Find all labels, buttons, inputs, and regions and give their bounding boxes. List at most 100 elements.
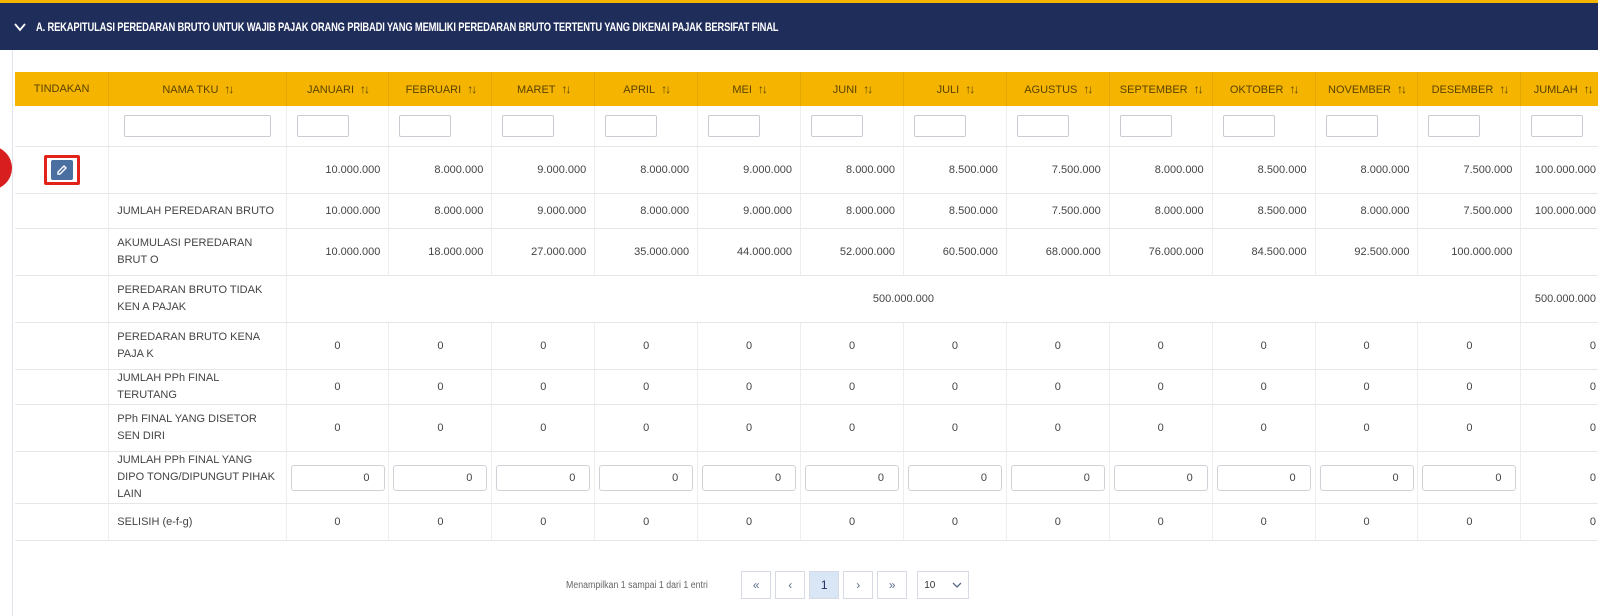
pph-dipotong-juni-input[interactable] bbox=[805, 464, 900, 491]
pph-dipotong-oktober-input[interactable] bbox=[1216, 464, 1311, 491]
edit-button[interactable] bbox=[43, 155, 80, 185]
value-cell: 8.000.000 bbox=[800, 146, 904, 194]
sort-icon[interactable]: ↑↓ bbox=[562, 82, 572, 96]
header-oktober[interactable]: OKTOBER ↑↓ bbox=[1212, 72, 1316, 106]
input-cell bbox=[697, 451, 802, 504]
pph-dipotong-januari-input[interactable] bbox=[290, 464, 385, 491]
value-cell: 0 bbox=[286, 404, 390, 452]
filter-oktober-input[interactable] bbox=[1222, 115, 1275, 137]
filter-november-input[interactable] bbox=[1325, 115, 1378, 137]
header-november[interactable]: NOVEMBER ↑↓ bbox=[1315, 72, 1419, 106]
header-maret[interactable]: MARET ↑↓ bbox=[491, 72, 596, 106]
filter-jumlah-input[interactable] bbox=[1531, 115, 1584, 137]
filter-agustus-input[interactable] bbox=[1016, 115, 1069, 137]
header-agustus[interactable]: AGUSTUS ↑↓ bbox=[1006, 72, 1110, 106]
value-cell: 0 bbox=[1006, 503, 1110, 541]
value-cell: 92.500.000 bbox=[1315, 228, 1419, 276]
empty-cell bbox=[15, 404, 110, 452]
header-januari[interactable]: JANUARI ↑↓ bbox=[286, 72, 390, 106]
value-cell: 0 bbox=[491, 404, 596, 452]
filter-juli-input[interactable] bbox=[913, 115, 966, 137]
sort-icon[interactable]: ↑↓ bbox=[965, 82, 975, 96]
filter-cell bbox=[286, 106, 390, 147]
row-label: SELISIH (e-f-g) bbox=[108, 503, 287, 541]
value-cell: 0 bbox=[1520, 404, 1598, 452]
sort-icon[interactable]: ↑↓ bbox=[1499, 82, 1509, 96]
filter-desember-input[interactable] bbox=[1428, 115, 1481, 137]
filter-juni-input[interactable] bbox=[811, 115, 864, 137]
filter-september-input[interactable] bbox=[1119, 115, 1172, 137]
value-cell: 60.500.000 bbox=[903, 228, 1007, 276]
value-cell: 68.000.000 bbox=[1006, 228, 1110, 276]
filter-januari-input[interactable] bbox=[296, 115, 349, 137]
last-page-button[interactable]: » bbox=[877, 571, 908, 599]
value-cell: 0 bbox=[491, 503, 596, 541]
header-april[interactable]: APRIL ↑↓ bbox=[594, 72, 699, 106]
header-desember[interactable]: DESEMBER ↑↓ bbox=[1417, 72, 1522, 106]
prev-page-button[interactable]: ‹ bbox=[775, 571, 806, 599]
value-cell: 0 bbox=[1109, 322, 1213, 370]
filter-cell bbox=[491, 106, 596, 147]
pph-dipotong-mei-input[interactable] bbox=[702, 464, 797, 491]
filter-cell bbox=[800, 106, 904, 147]
pph-dipotong-september-input[interactable] bbox=[1113, 464, 1208, 491]
sort-icon[interactable]: ↑↓ bbox=[661, 82, 671, 96]
sort-icon[interactable]: ↑↓ bbox=[1289, 82, 1299, 96]
section-header[interactable]: A. REKAPITULASI PEREDARAN BRUTO UNTUK WA… bbox=[0, 0, 1598, 50]
sort-icon[interactable]: ↑↓ bbox=[1083, 82, 1093, 96]
row-label: PPh FINAL YANG DISETOR SEN DIRI bbox=[108, 404, 287, 452]
header-name[interactable]: NAMA TKU ↑↓ bbox=[108, 72, 287, 106]
value-cell: 0 bbox=[697, 404, 802, 452]
filter-februari-input[interactable] bbox=[399, 115, 452, 137]
filter-maret-input[interactable] bbox=[502, 115, 555, 137]
first-page-button[interactable]: « bbox=[741, 571, 772, 599]
header-september[interactable]: SEPTEMBER ↑↓ bbox=[1109, 72, 1213, 106]
filter-cell bbox=[1006, 106, 1110, 147]
input-cell bbox=[491, 451, 596, 504]
sort-icon[interactable]: ↑↓ bbox=[1584, 82, 1594, 96]
pph-dipotong-februari-input[interactable] bbox=[393, 464, 488, 491]
value-cell: 27.000.000 bbox=[491, 228, 596, 276]
empty-cell bbox=[15, 322, 110, 370]
sort-icon[interactable]: ↑↓ bbox=[224, 82, 234, 96]
value-cell: 8.000.000 bbox=[594, 146, 699, 194]
header-februari[interactable]: FEBRUARI ↑↓ bbox=[388, 72, 493, 106]
pph-dipotong-november-input[interactable] bbox=[1319, 464, 1414, 491]
filter-cell bbox=[1417, 106, 1522, 147]
value-cell: 0 bbox=[1212, 369, 1316, 405]
sort-icon[interactable]: ↑↓ bbox=[1194, 82, 1204, 96]
value-cell: 0 bbox=[594, 404, 699, 452]
header-juni[interactable]: JUNI ↑↓ bbox=[800, 72, 904, 106]
pph-dipotong-juli-input[interactable] bbox=[907, 464, 1002, 491]
page-size-select[interactable]: 10 bbox=[917, 571, 970, 599]
filter-mei-input[interactable] bbox=[708, 115, 761, 137]
filter-name-input[interactable] bbox=[123, 115, 272, 137]
sort-icon[interactable]: ↑↓ bbox=[1397, 82, 1407, 96]
value-cell: 8.000.000 bbox=[1315, 146, 1419, 194]
pph-dipotong-agustus-input[interactable] bbox=[1010, 464, 1105, 491]
value-cell: 0 bbox=[800, 322, 904, 370]
chevron-down-icon[interactable] bbox=[14, 21, 26, 33]
pph-dipotong-desember-input[interactable] bbox=[1422, 464, 1517, 491]
filter-cell bbox=[15, 106, 110, 147]
sort-icon[interactable]: ↑↓ bbox=[467, 82, 477, 96]
value-cell: 8.000.000 bbox=[594, 193, 699, 229]
empty-cell bbox=[15, 503, 110, 541]
page-1-button[interactable]: 1 bbox=[809, 571, 840, 599]
value-cell: 7.500.000 bbox=[1417, 146, 1522, 194]
value-cell: 10.000.000 bbox=[286, 146, 390, 194]
sort-icon[interactable]: ↑↓ bbox=[360, 82, 370, 96]
header-jumlah[interactable]: JUMLAH ↑↓ bbox=[1520, 72, 1598, 106]
table-row: SELISIH (e-f-g) 0 0 0 0 0 0 0 0 0 0 0 0 … bbox=[15, 503, 1598, 541]
table-row: PPh FINAL YANG DISETOR SEN DIRI 0 0 0 0 … bbox=[15, 404, 1598, 452]
value-cell: 0 bbox=[1315, 404, 1419, 452]
sort-icon[interactable]: ↑↓ bbox=[758, 82, 768, 96]
pph-dipotong-april-input[interactable] bbox=[599, 464, 694, 491]
pph-dipotong-maret-input[interactable] bbox=[496, 464, 591, 491]
header-juli[interactable]: JULI ↑↓ bbox=[903, 72, 1007, 106]
filter-april-input[interactable] bbox=[605, 115, 658, 137]
next-page-button[interactable]: › bbox=[843, 571, 874, 599]
sort-icon[interactable]: ↑↓ bbox=[863, 82, 873, 96]
value-cell: 7.500.000 bbox=[1417, 193, 1522, 229]
header-mei[interactable]: MEI ↑↓ bbox=[697, 72, 802, 106]
